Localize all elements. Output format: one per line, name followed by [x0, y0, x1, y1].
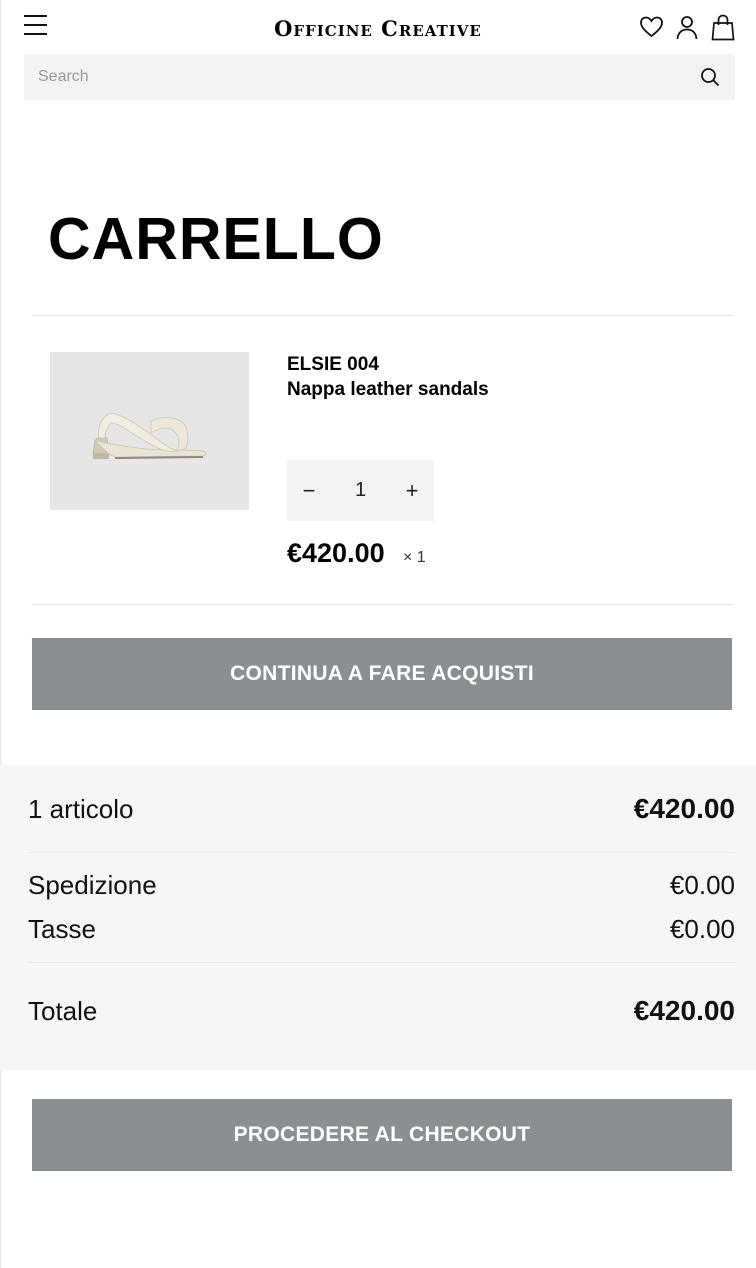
summary-total-value: €420.00 — [633, 995, 735, 1026]
divider — [32, 604, 734, 605]
product-image[interactable] — [50, 352, 249, 510]
checkout-button[interactable]: PROCEDERE AL CHECKOUT — [32, 1099, 732, 1171]
summary-items-value: €420.00 — [633, 793, 735, 824]
product-name[interactable]: ELSIE 004 — [287, 352, 379, 377]
summary-total-label: Totale — [28, 996, 98, 1026]
heart-icon[interactable] — [638, 13, 664, 41]
header-actions — [638, 13, 736, 41]
product-description: Nappa leather sandals — [287, 379, 489, 400]
summary-tax-row: Tasse €0.00 — [28, 914, 735, 945]
search-input[interactable] — [38, 54, 699, 100]
product-price: €420.00 — [287, 538, 385, 568]
summary-items-label: 1 articolo — [28, 794, 134, 824]
divider — [28, 852, 735, 853]
summary-tax-label: Tasse — [28, 914, 96, 944]
decrease-quantity-button[interactable]: − — [295, 471, 323, 511]
summary-items-row: 1 articolo €420.00 — [28, 793, 735, 825]
user-icon[interactable] — [674, 13, 700, 41]
page-edge — [0, 0, 1, 1268]
divider — [28, 962, 735, 963]
divider — [32, 315, 734, 316]
bag-icon[interactable] — [710, 13, 736, 41]
quantity-stepper: − 1 + — [287, 460, 434, 521]
search-icon[interactable] — [699, 66, 721, 88]
continue-shopping-button[interactable]: CONTINUA A FARE ACQUISTI — [32, 638, 732, 710]
summary-shipping-value: €0.00 — [669, 870, 735, 900]
product-quantity-multiplier: × 1 — [403, 549, 426, 566]
increase-quantity-button[interactable]: + — [398, 471, 426, 511]
page-title: CARRELLO — [48, 206, 384, 272]
order-summary: 1 articolo €420.00 Spedizione €0.00 Tass… — [0, 765, 756, 1070]
summary-total-row: Totale €420.00 — [28, 995, 735, 1027]
quantity-value[interactable]: 1 — [341, 479, 381, 502]
summary-shipping-row: Spedizione €0.00 — [28, 870, 735, 901]
summary-tax-value: €0.00 — [669, 914, 735, 944]
summary-shipping-label: Spedizione — [28, 870, 157, 900]
search-bar — [24, 54, 735, 100]
sandal-icon — [92, 412, 206, 459]
site-header: Officine Creative — [0, 0, 756, 54]
